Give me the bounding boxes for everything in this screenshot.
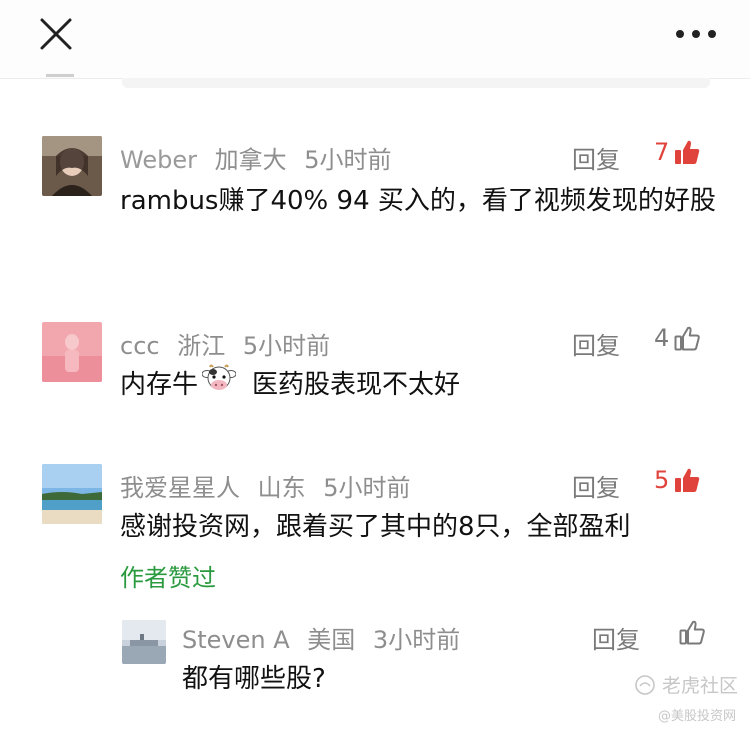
reply-button[interactable]: 回复 <box>592 620 640 655</box>
comment-time: 5小时前 <box>242 332 331 360</box>
close-button[interactable] <box>36 14 76 54</box>
reply-button[interactable]: 回复 <box>572 326 620 361</box>
commenter-name[interactable]: 我爱星星人 <box>120 474 240 502</box>
comment-meta: Weber 加拿大 5小时前 <box>120 140 402 175</box>
like-count: 7 <box>654 138 670 166</box>
avatar-image <box>42 464 102 524</box>
watermark: 老虎社区 <box>634 671 738 698</box>
comment-input-strip[interactable] <box>122 78 710 88</box>
commenter-location: 山东 <box>257 474 306 502</box>
like-button[interactable]: 5 <box>654 466 701 494</box>
reply-button[interactable]: 回复 <box>572 468 620 503</box>
comment-text: 内存牛 医药股表现不太好 <box>120 364 720 407</box>
like-button[interactable] <box>678 618 706 646</box>
top-bar <box>0 0 750 79</box>
cow-face-emoji-icon <box>201 364 237 407</box>
thumbs-up-outline-icon <box>679 620 705 645</box>
avatar[interactable] <box>42 136 102 196</box>
close-icon <box>40 18 72 50</box>
commenter-location: 浙江 <box>177 332 226 360</box>
comment-meta: ccc 浙江 5小时前 <box>120 326 340 361</box>
avatar-image <box>42 322 102 382</box>
like-count: 5 <box>654 466 670 494</box>
reply-text: 都有哪些股? <box>182 664 326 694</box>
comment-text: rambus赚了40% 94 买入的，看了视频发现的好股 <box>120 186 716 216</box>
comment-item: 我爱星星人 山东 5小时前 回复 5 感谢投资网，跟着买了其中的8只，全部盈利 … <box>0 464 750 594</box>
reply-button[interactable]: 回复 <box>572 140 620 175</box>
comment-text: 感谢投资网，跟着买了其中的8只，全部盈利 <box>120 512 631 542</box>
avatar[interactable] <box>42 464 102 524</box>
commenter-location: 加拿大 <box>214 146 287 174</box>
like-button[interactable]: 7 <box>654 138 701 166</box>
author-liked-tag: 作者赞过 <box>120 564 216 592</box>
reply-time: 3小时前 <box>372 626 461 654</box>
like-count: 4 <box>654 324 670 352</box>
avatar[interactable] <box>42 322 102 382</box>
tiger-community-logo-icon <box>635 674 655 695</box>
reply-meta: Steven A 美国 3小时前 <box>182 620 470 655</box>
replier-location: 美国 <box>307 626 356 654</box>
comment-text-part: 医药股表现不太好 <box>252 370 461 400</box>
comment-time: 5小时前 <box>304 146 392 174</box>
watermark-brand: 老虎社区 <box>661 675 738 697</box>
thumbs-up-outline-icon <box>674 326 701 351</box>
more-options-button[interactable] <box>672 20 720 48</box>
replier-name[interactable]: Steven A <box>182 626 290 654</box>
comment-item: ccc 浙江 5小时前 回复 4 内存牛 医药股表现不太好 <box>0 322 750 412</box>
comment-text-part: 内存牛 <box>120 370 199 400</box>
comment-meta: 我爱星星人 山东 5小时前 <box>120 468 421 503</box>
thumbs-up-filled-icon <box>675 468 700 492</box>
more-icon <box>676 30 716 38</box>
commenter-name[interactable]: Weber <box>120 146 197 174</box>
thumbs-up-filled-icon <box>675 140 700 164</box>
divider <box>46 74 74 77</box>
like-button[interactable]: 4 <box>654 324 701 352</box>
comment-time: 5小时前 <box>323 474 411 502</box>
avatar-image <box>122 620 166 664</box>
watermark-handle: @美股投资网 <box>657 709 736 724</box>
commenter-name[interactable]: ccc <box>120 332 160 360</box>
avatar-image <box>42 136 102 196</box>
comment-item: Weber 加拿大 5小时前 回复 7 rambus赚了40% 94 买入的，看… <box>0 136 750 276</box>
avatar[interactable] <box>122 620 166 664</box>
